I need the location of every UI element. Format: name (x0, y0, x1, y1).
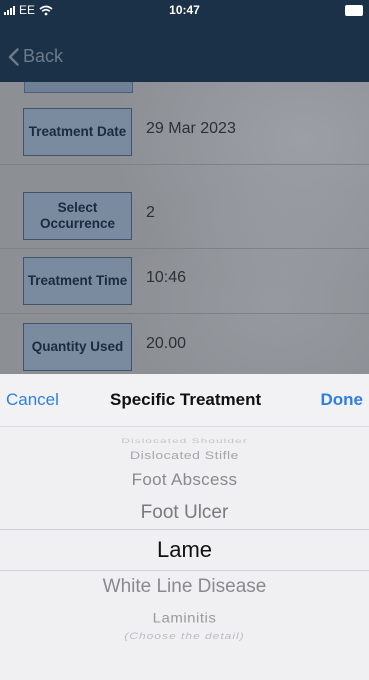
field-value: 29 Mar 2023 (146, 120, 236, 137)
back-button[interactable]: Back (8, 46, 63, 67)
done-button[interactable]: Done (321, 390, 364, 410)
picker-option[interactable]: (Choose the detail) (0, 631, 369, 642)
specific-treatment-picker[interactable]: Dislocated Shoulder Dislocated Stifle Fo… (0, 427, 369, 680)
field-label: Treatment Date (23, 108, 132, 156)
picker-option[interactable]: Foot Ulcer (0, 502, 369, 524)
status-time: 10:47 (169, 3, 200, 17)
chevron-left-icon (8, 47, 19, 66)
status-bar: EE 10:47 (0, 0, 369, 20)
form-row-quantity-used[interactable]: Quantity Used 20.00 (0, 313, 369, 374)
field-value: 2 (146, 204, 155, 221)
field-label: Treatment Time (23, 257, 132, 305)
back-label: Back (23, 46, 64, 66)
field-value: 10:46 (146, 269, 187, 286)
field-label: Select Occurrence (23, 192, 132, 240)
cancel-button[interactable]: Cancel (6, 390, 59, 410)
picker-title: Specific Treatment (110, 390, 262, 409)
form-row-select-occurrence[interactable]: Select Occurrence 2 (0, 182, 369, 249)
selection-indicator-bottom (0, 570, 369, 571)
battery-icon (345, 5, 363, 16)
picker-option[interactable]: Foot Abscess (0, 470, 369, 490)
field-value: 20.00 (146, 335, 187, 352)
previous-field-stub (24, 82, 133, 93)
picker-option[interactable]: White Line Disease (0, 576, 369, 598)
picker-option[interactable]: Dislocated Stifle (0, 449, 369, 462)
field-label: Quantity Used (23, 323, 132, 371)
selection-indicator-top (0, 529, 369, 530)
picker-option[interactable]: Laminitis (0, 611, 369, 626)
picker-toolbar: Cancel Specific Treatment Done (0, 374, 369, 427)
form-row-treatment-time[interactable]: Treatment Time 10:46 (0, 247, 369, 314)
nav-bar: Back (0, 20, 369, 82)
treatment-form: Treatment Date 29 Mar 2023 Select Occurr… (0, 82, 369, 374)
form-row-treatment-date[interactable]: Treatment Date 29 Mar 2023 (0, 98, 369, 165)
picker-option[interactable]: Dislocated Shoulder (0, 437, 369, 445)
picker-option-selected[interactable]: Lame (0, 537, 369, 563)
